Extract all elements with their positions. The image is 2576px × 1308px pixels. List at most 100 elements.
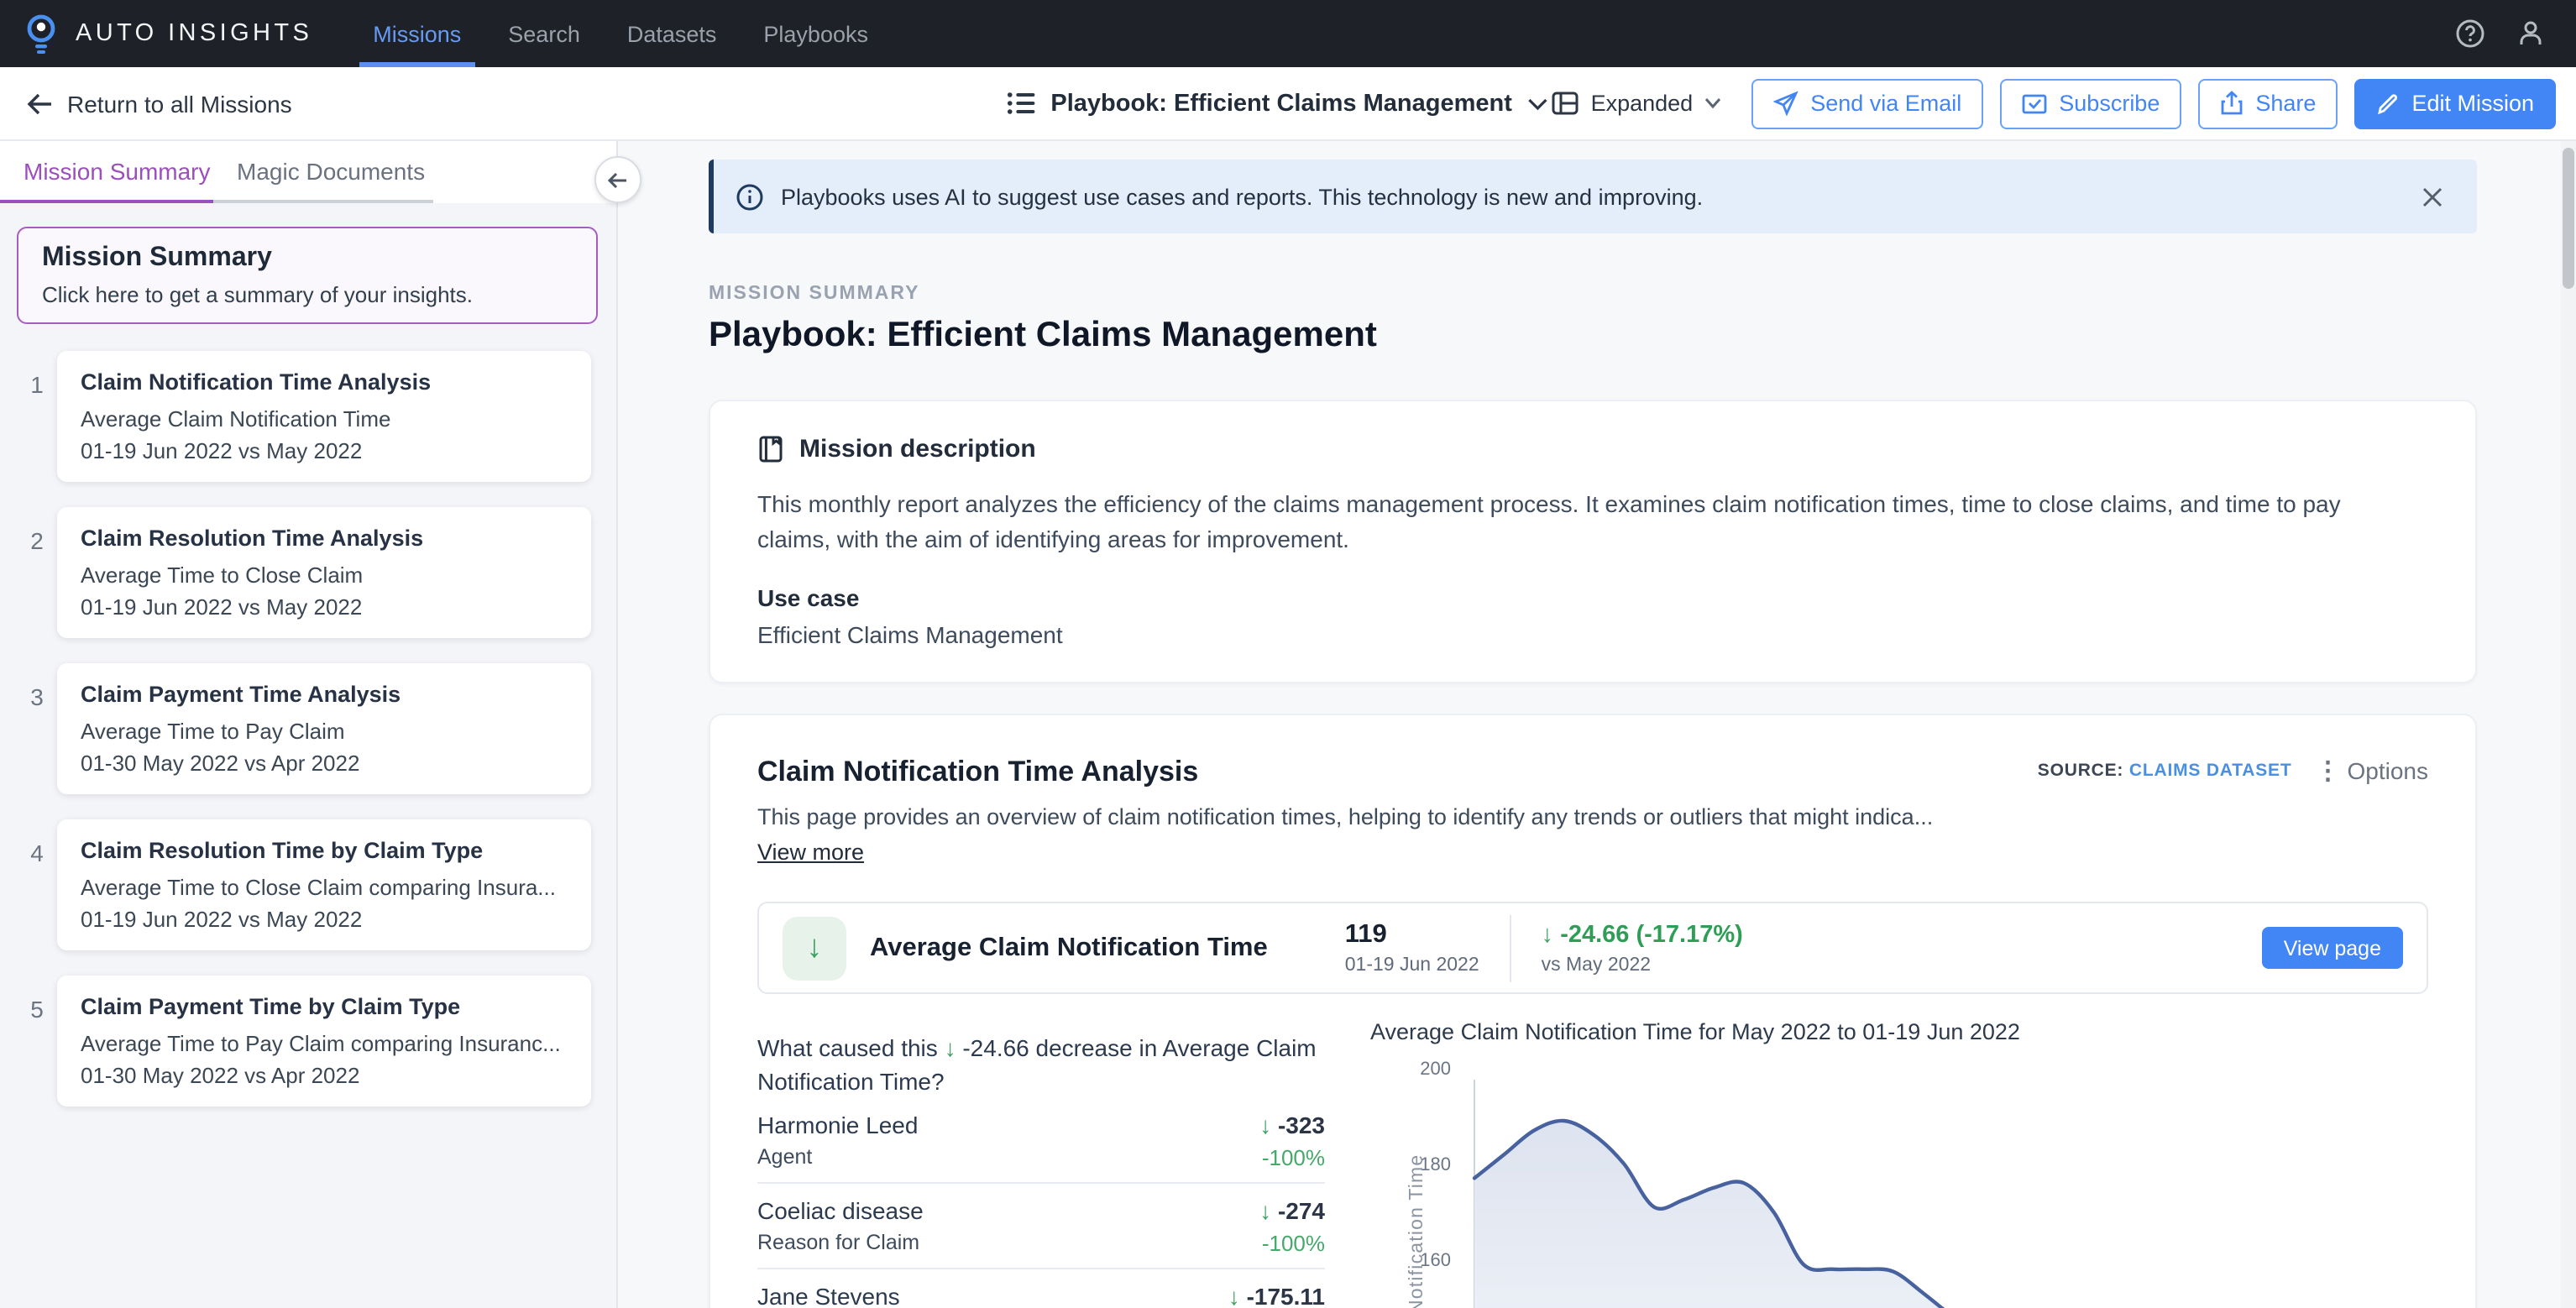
insight-line2: 01-19 Jun 2022 vs May 2022 [81,591,568,623]
primary-nav-tabs: Missions Search Datasets Playbooks [349,0,892,67]
insight-title: Claim Resolution Time by Claim Type [81,836,568,866]
driver-name: Harmonie Leed [757,1112,918,1140]
mission-summary-card[interactable]: Mission Summary Click here to get a summ… [17,227,598,324]
toolbar-actions: Expanded Send via Email [1552,78,2556,128]
share-button[interactable]: Share [2198,78,2338,128]
use-case-label: Use case [757,584,2428,611]
driver-row[interactable]: Harmonie Leed Agent ↓ -323 -100% [757,1098,1325,1184]
auto-insights-app: AUTO INSIGHTS Missions Search Datasets P… [0,0,2576,1308]
notification-time-chart: Average Claim Notification Time for May … [1370,1019,2428,1308]
y-axis-tick: 200 [1370,1059,1451,1080]
arrow-down-icon: ↓ [945,1034,956,1061]
insight-line1: Average Time to Close Claim [81,559,568,591]
scrollbar-track[interactable] [2561,141,2576,1308]
driver-pct: -100% [1259,1231,1325,1256]
sidebar-tabs: Mission Summary Magic Documents [0,141,616,203]
nav-right-icons [2455,0,2576,67]
subscribe-button[interactable]: Subscribe [2000,78,2181,128]
driver-row[interactable]: Coeliac disease Reason for Claim ↓ -274 … [757,1184,1325,1269]
send-via-email-button[interactable]: Send via Email [1751,78,1983,128]
view-mode-dropdown[interactable]: Expanded [1552,91,1722,116]
info-icon [736,182,764,211]
metric-value: 119 [1345,920,1479,950]
item-number: 5 [17,976,57,1107]
envelope-check-icon [2022,92,2047,115]
top-nav: AUTO INSIGHTS Missions Search Datasets P… [0,0,2576,67]
list-item: 4 Claim Resolution Time by Claim Type Av… [17,819,598,950]
back-arrow-icon [27,92,54,115]
analysis-title: Claim Notification Time Analysis [757,756,1198,789]
insight-card-4[interactable]: Claim Resolution Time by Claim Type Aver… [57,819,591,950]
chevron-down-icon [1704,97,1721,109]
insight-card-2[interactable]: Claim Resolution Time Analysis Average T… [57,507,591,638]
use-case-value: Efficient Claims Management [757,621,2428,648]
ai-info-banner: Playbooks uses AI to suggest use cases a… [709,160,2477,233]
item-number: 2 [17,507,57,638]
mission-toolbar: Return to all Missions Playbook: Efficie… [0,67,2576,141]
area-chart [1463,1046,2445,1308]
item-number: 4 [17,819,57,950]
insight-card-5[interactable]: Claim Payment Time by Claim Type Average… [57,976,591,1107]
insight-line2: 01-30 May 2022 vs Apr 2022 [81,747,568,779]
insight-line1: Average Claim Notification Time [81,403,568,435]
metric-period: 01-19 Jun 2022 [1345,955,1479,976]
claim-notification-analysis-card: Claim Notification Time Analysis SOURCE:… [709,714,2477,1308]
share-label: Share [2255,91,2316,116]
insight-line1: Average Time to Close Claim comparing In… [81,871,568,903]
insight-title: Claim Payment Time Analysis [81,680,568,710]
insight-line2: 01-30 May 2022 vs Apr 2022 [81,1059,568,1091]
insight-list: 1 Claim Notification Time Analysis Avera… [17,351,598,1107]
driver-name: Coeliac disease [757,1197,924,1226]
insight-title: Claim Notification Time Analysis [81,368,568,398]
view-page-button[interactable]: View page [2262,927,2403,969]
nav-tab-search[interactable]: Search [484,0,604,67]
main-content: Playbooks uses AI to suggest use cases a… [618,141,2561,1308]
playbook-list-icon [1007,91,1035,116]
tab-mission-summary[interactable]: Mission Summary [0,141,213,203]
playbook-selector[interactable]: Playbook: Efficient Claims Management [1007,90,1547,117]
edit-mission-label: Edit Mission [2411,91,2534,116]
scrollbar-thumb[interactable] [2563,148,2574,289]
page-title: Playbook: Efficient Claims Management [709,316,2477,356]
list-item: 5 Claim Payment Time by Claim Type Avera… [17,976,598,1107]
edit-mission-button[interactable]: Edit Mission [2354,78,2556,128]
driver-row[interactable]: Jane Stevens Case Manager ↓ -175.11 -100… [757,1269,1325,1308]
source-row: SOURCE: CLAIMS DATASET [2038,761,2292,781]
list-item: 3 Claim Payment Time Analysis Average Ti… [17,663,598,794]
nav-tab-playbooks[interactable]: Playbooks [740,0,892,67]
send-icon [1773,91,1798,116]
insight-line2: 01-19 Jun 2022 vs May 2022 [81,903,568,935]
driver-category: Reason for Claim [757,1231,924,1256]
insight-title: Claim Payment Time by Claim Type [81,992,568,1023]
mission-summary-card-subtitle: Click here to get a summary of your insi… [42,282,573,307]
banner-text: Playbooks uses AI to suggest use cases a… [781,184,1703,209]
chart-title: Average Claim Notification Time for May … [1370,1019,2428,1044]
view-more-link[interactable]: View more [757,840,864,865]
brand[interactable]: AUTO INSIGHTS [0,0,349,67]
pencil-icon [2376,92,2400,115]
book-icon [757,435,784,463]
metric-strip: ↓ Average Claim Notification Time 119 01… [757,902,2428,994]
nav-tab-missions[interactable]: Missions [349,0,484,67]
arrow-down-icon: ↓ [1228,1283,1247,1308]
driver-change: ↓ -274 [1259,1197,1325,1226]
driver-change: ↓ -175.11 [1228,1283,1325,1308]
close-icon[interactable] [2415,179,2450,214]
sidebar-collapse-button[interactable] [594,156,641,203]
tab-magic-documents[interactable]: Magic Documents [213,141,433,203]
return-to-missions-link[interactable]: Return to all Missions [27,90,292,117]
insight-line2: 01-19 Jun 2022 vs May 2022 [81,435,568,467]
driver-category: Agent [757,1145,918,1170]
insight-card-1[interactable]: Claim Notification Time Analysis Average… [57,351,591,482]
kebab-icon: ⋮ [2316,756,2341,786]
mission-sidebar: Mission Summary Magic Documents Mission … [0,141,618,1308]
help-icon[interactable] [2455,18,2485,49]
insight-card-3[interactable]: Claim Payment Time Analysis Average Time… [57,663,591,794]
nav-tab-datasets[interactable]: Datasets [604,0,741,67]
claims-dataset-link[interactable]: CLAIMS DATASET [2129,761,2292,781]
view-mode-label: Expanded [1591,91,1694,116]
user-icon[interactable] [2516,18,2546,49]
send-via-email-label: Send via Email [1810,91,1961,116]
mission-description-body: This monthly report analyzes the efficie… [757,487,2369,557]
options-menu[interactable]: ⋮ Options [2316,756,2429,786]
